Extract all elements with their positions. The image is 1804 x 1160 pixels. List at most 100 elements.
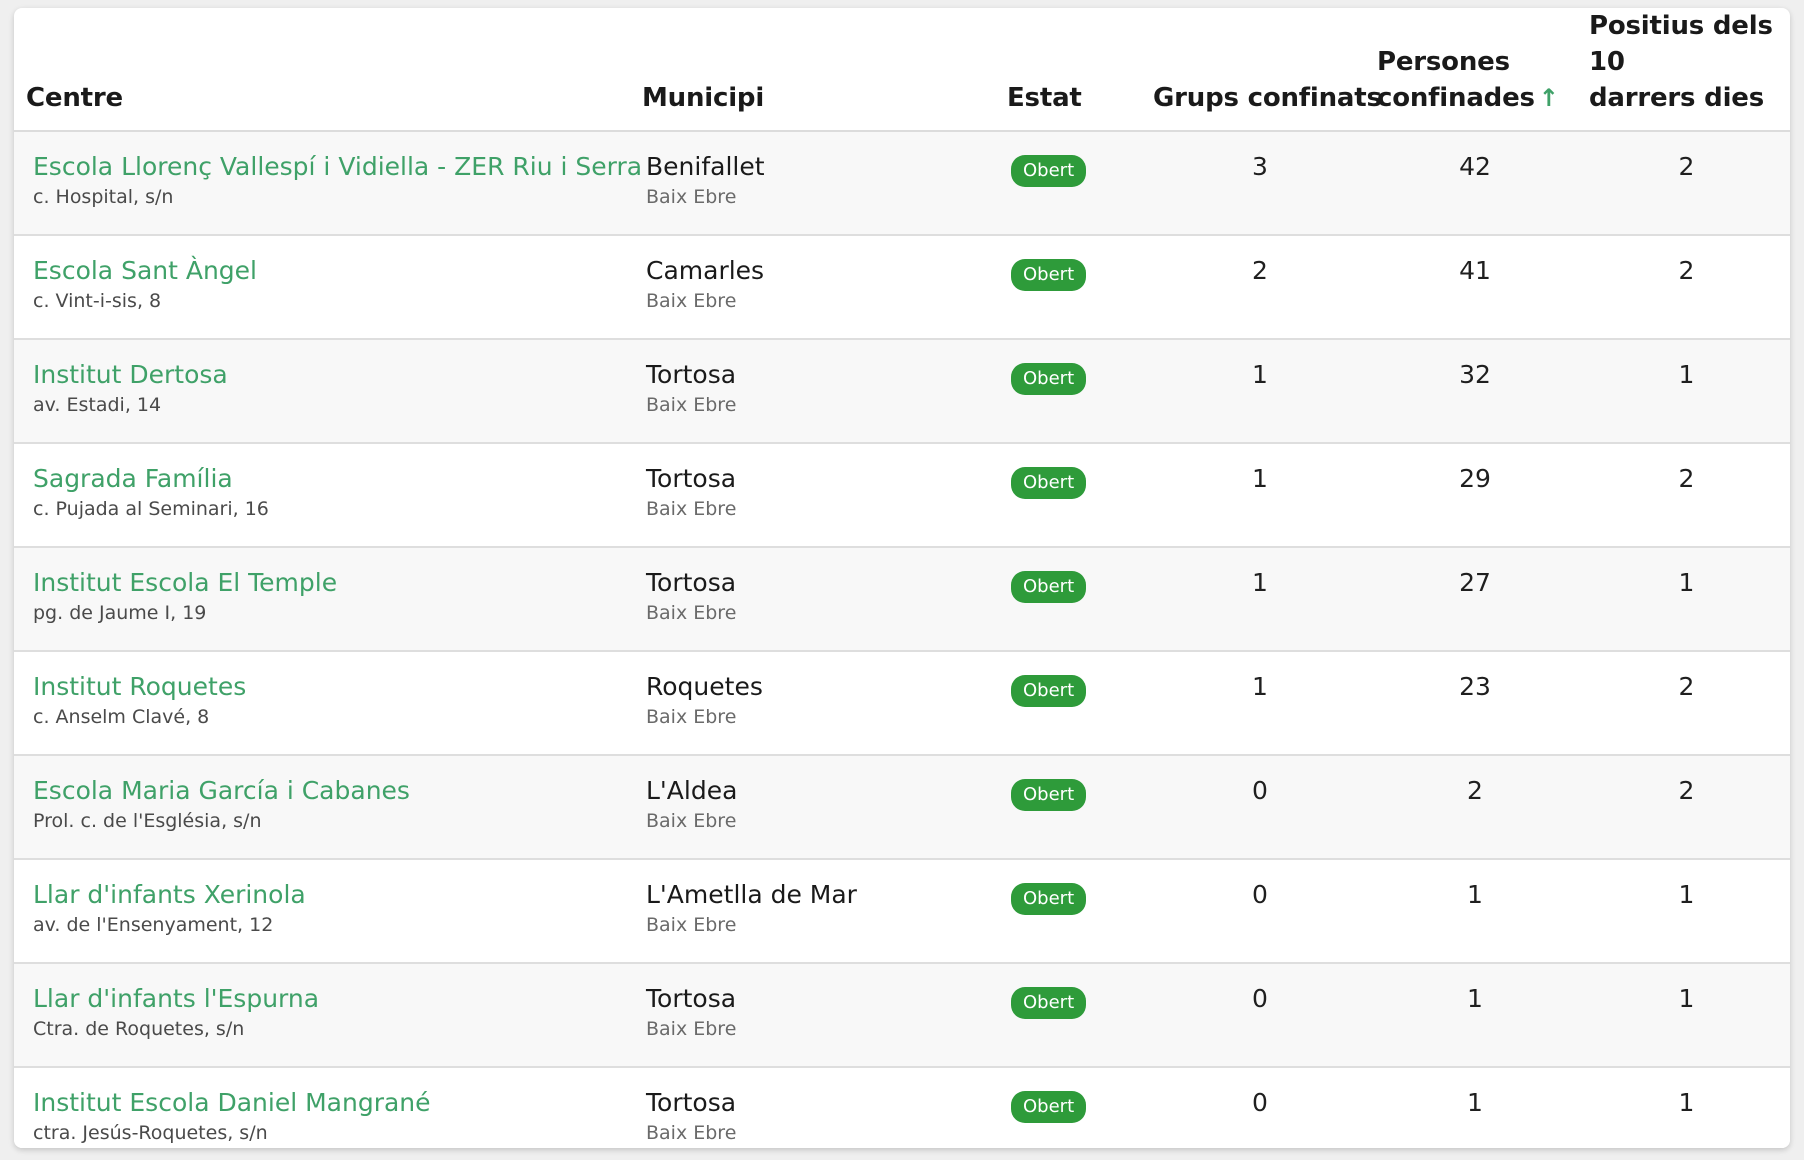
comarca-name: Baix Ebre bbox=[646, 706, 737, 728]
centre-link[interactable]: Institut Dertosa bbox=[33, 360, 228, 390]
cell-persones-confinades: 1 bbox=[1367, 859, 1583, 964]
cell-grups-confinats: 1 bbox=[1153, 547, 1367, 652]
cell-persones-confinades: 27 bbox=[1367, 547, 1583, 652]
cell-municipi: Tortosa Baix Ebre bbox=[624, 1067, 987, 1148]
table-row: Llar d'infants Xerinola av. de l'Ensenyam… bbox=[14, 859, 1790, 964]
centre-address: Ctra. de Roquetes, s/n bbox=[33, 1018, 245, 1040]
cell-municipi: Tortosa Baix Ebre bbox=[624, 443, 987, 548]
municipi-name: Tortosa bbox=[646, 568, 737, 597]
cell-municipi: L'Ametlla de Mar Baix Ebre bbox=[624, 859, 987, 964]
status-badge: Obert bbox=[1011, 1091, 1087, 1123]
header-municipi[interactable]: Municipi bbox=[624, 8, 987, 132]
cell-centre: Institut Roquetes c. Anselm Clavé, 8 bbox=[14, 651, 624, 756]
table-row: Sagrada Família c. Pujada al Seminari, 16… bbox=[14, 443, 1790, 548]
centre-address: c. Hospital, s/n bbox=[33, 186, 174, 208]
table-row: Institut Roquetes c. Anselm Clavé, 8 Roque… bbox=[14, 651, 1790, 756]
cell-centre: Escola Llorenç Vallespí i Vidiella - ZER… bbox=[14, 131, 642, 236]
centre-link[interactable]: Escola Llorenç Vallespí i Vidiella - ZER… bbox=[33, 152, 642, 182]
cell-estat: Obert bbox=[987, 859, 1153, 964]
cell-positius: 2 bbox=[1583, 131, 1790, 236]
municipi-name: L'Aldea bbox=[646, 776, 738, 805]
cell-estat: Obert bbox=[987, 1067, 1153, 1148]
status-badge: Obert bbox=[1011, 363, 1087, 395]
status-badge: Obert bbox=[1011, 675, 1087, 707]
table-row: Institut Escola El Temple pg. de Jaume I,… bbox=[14, 547, 1790, 652]
cell-municipi: Benifallet Baix Ebre bbox=[624, 131, 987, 236]
cell-persones-confinades: 23 bbox=[1367, 651, 1583, 756]
municipi-name: L'Ametlla de Mar bbox=[646, 880, 857, 909]
sort-ascending-icon: ↑ bbox=[1538, 84, 1559, 112]
cell-grups-confinats: 0 bbox=[1153, 859, 1367, 964]
cell-positius: 2 bbox=[1583, 651, 1790, 756]
cell-positius: 1 bbox=[1678, 1088, 1695, 1117]
comarca-name: Baix Ebre bbox=[646, 394, 737, 416]
cell-centre: Institut Escola Daniel Mangrané ctra. Jes… bbox=[14, 1067, 624, 1148]
centre-link[interactable]: Escola Maria García i Cabanes bbox=[33, 776, 410, 806]
municipi-name: Tortosa bbox=[646, 984, 737, 1013]
table-row: Institut Dertosa av. Estadi, 14 Tortosa Bai… bbox=[14, 339, 1790, 444]
cell-persones-confinades: 41 bbox=[1367, 235, 1583, 340]
header-persones-confinades[interactable]: Persones confinades ↑ bbox=[1367, 8, 1583, 132]
header-estat[interactable]: Estat bbox=[987, 8, 1153, 132]
centre-link[interactable]: Institut Escola El Temple bbox=[33, 568, 337, 598]
cell-centre: Escola Sant Àngel c. Vint-i-sis, 8 bbox=[14, 235, 624, 340]
centres-table: Centre Municipi Estat Grups confinats Pe… bbox=[14, 8, 1790, 1148]
cell-municipi: Tortosa Baix Ebre bbox=[624, 547, 987, 652]
comarca-name: Baix Ebre bbox=[646, 186, 737, 208]
centre-address: av. Estadi, 14 bbox=[33, 394, 162, 416]
status-badge: Obert bbox=[1011, 259, 1087, 291]
centres-table-card: Centre Municipi Estat Grups confinats Pe… bbox=[14, 8, 1790, 1148]
status-badge: Obert bbox=[1011, 883, 1087, 915]
table-row: Llar d'infants l'Espurna Ctra. de Roquete… bbox=[14, 963, 1790, 1068]
cell-municipi: Tortosa Baix Ebre bbox=[624, 963, 987, 1068]
centre-link[interactable]: Institut Roquetes bbox=[33, 672, 246, 702]
comarca-name: Baix Ebre bbox=[646, 498, 737, 520]
cell-grups-confinats: 3 bbox=[1153, 131, 1367, 236]
header-centre[interactable]: Centre bbox=[14, 8, 624, 132]
comarca-name: Baix Ebre bbox=[646, 1122, 737, 1144]
cell-persones-confinades: 29 bbox=[1367, 443, 1583, 548]
cell-grups-confinats: 0 bbox=[1252, 1088, 1268, 1117]
cell-grups-confinats: 1 bbox=[1153, 443, 1367, 548]
header-positius-10-dies[interactable]: Positius dels 10 darrers dies bbox=[1583, 8, 1790, 132]
municipi-name: Roquetes bbox=[646, 672, 763, 701]
cell-grups-confinats: 0 bbox=[1153, 755, 1367, 860]
centre-link[interactable]: Sagrada Família bbox=[33, 464, 233, 494]
centre-link[interactable]: Llar d'infants l'Espurna bbox=[33, 984, 319, 1014]
cell-positius: 2 bbox=[1583, 755, 1790, 860]
cell-persones-confinades: 1 bbox=[1467, 1088, 1483, 1117]
centre-address: pg. de Jaume I, 19 bbox=[33, 602, 207, 624]
comarca-name: Baix Ebre bbox=[646, 290, 737, 312]
cell-centre: Llar d'infants l'Espurna Ctra. de Roquete… bbox=[14, 963, 624, 1068]
cell-positius: 1 bbox=[1583, 859, 1790, 964]
header-grups-confinats[interactable]: Grups confinats bbox=[1153, 8, 1382, 132]
table-header: Centre Municipi Estat Grups confinats Pe… bbox=[14, 8, 1790, 132]
cell-centre: Institut Escola El Temple pg. de Jaume I,… bbox=[14, 547, 624, 652]
cell-centre: Sagrada Família c. Pujada al Seminari, 16 bbox=[14, 443, 624, 548]
cell-municipi: Tortosa Baix Ebre bbox=[624, 339, 987, 444]
cell-municipi: L'Aldea Baix Ebre bbox=[624, 755, 987, 860]
cell-persones-confinades: 42 bbox=[1367, 131, 1583, 236]
cell-persones-confinades: 1 bbox=[1367, 963, 1583, 1068]
comarca-name: Baix Ebre bbox=[646, 810, 737, 832]
comarca-name: Baix Ebre bbox=[646, 914, 737, 936]
centre-address: Prol. c. de l'Església, s/n bbox=[33, 810, 262, 832]
municipi-name: Benifallet bbox=[646, 152, 765, 181]
cell-grups-confinats: 1 bbox=[1153, 651, 1367, 756]
centre-address: av. de l'Ensenyament, 12 bbox=[33, 914, 274, 936]
cell-estat: Obert bbox=[987, 235, 1153, 340]
cell-estat: Obert bbox=[987, 131, 1153, 236]
cell-centre: Escola Maria García i Cabanes Prol. c. de… bbox=[14, 755, 624, 860]
cell-positius: 1 bbox=[1583, 547, 1790, 652]
centre-link[interactable]: Llar d'infants Xerinola bbox=[33, 880, 306, 910]
cell-positius: 1 bbox=[1583, 963, 1790, 1068]
centre-link[interactable]: Escola Sant Àngel bbox=[33, 256, 257, 286]
centre-link[interactable]: Institut Escola Daniel Mangrané bbox=[33, 1088, 431, 1118]
cell-estat: Obert bbox=[987, 443, 1153, 548]
cell-grups-confinats: 2 bbox=[1153, 235, 1367, 340]
table-body: Escola Llorenç Vallespí i Vidiella - ZER… bbox=[14, 131, 1790, 1148]
centre-address: c. Anselm Clavé, 8 bbox=[33, 706, 210, 728]
municipi-name: Tortosa bbox=[646, 464, 737, 493]
comarca-name: Baix Ebre bbox=[646, 602, 737, 624]
cell-estat: Obert bbox=[987, 963, 1153, 1068]
